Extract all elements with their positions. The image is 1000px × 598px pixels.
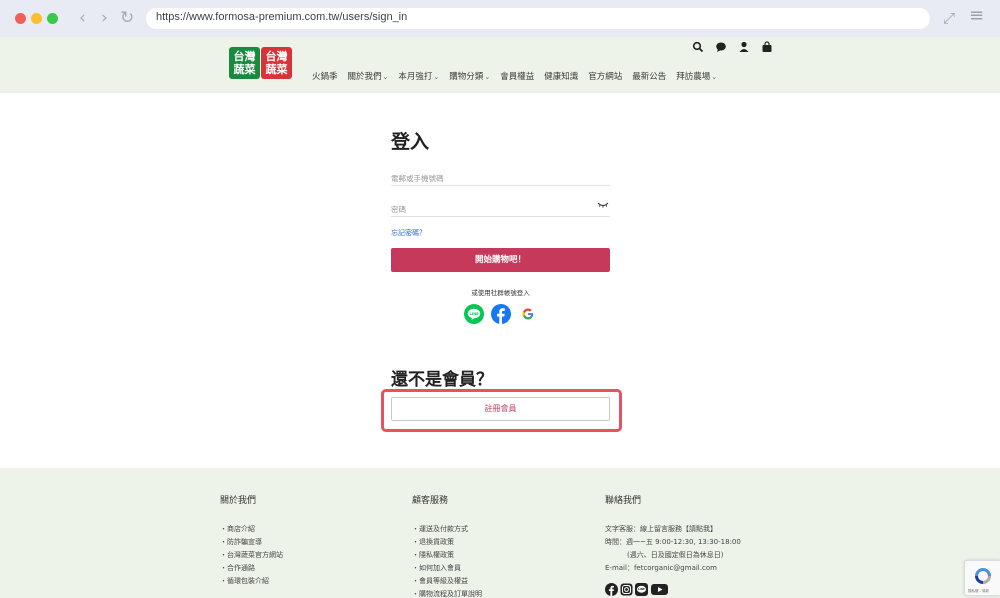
footer-link[interactable]: ・會員等級及權益 xyxy=(412,575,482,588)
recaptcha-badge[interactable]: 隱私權 - 條款 xyxy=(964,560,1000,596)
nav-item-health[interactable]: 健康知識 xyxy=(544,70,578,82)
facebook-login-icon[interactable] xyxy=(491,304,511,324)
menu-icon[interactable]: ≡ xyxy=(969,7,984,25)
browser-window: ‹ › ↻ https://www.formosa-premium.com.tw… xyxy=(0,0,1000,598)
chevron-down-icon: ⌄ xyxy=(711,73,718,81)
contact-line[interactable]: 文字客服：線上留言服務【請點我】 xyxy=(605,523,741,536)
address-bar[interactable]: https://www.formosa-premium.com.tw/users… xyxy=(146,8,930,29)
nav-item-label: 購物分類 xyxy=(449,72,484,82)
nav-item-about[interactable]: 關於我們⌄ xyxy=(348,70,389,82)
line-login-icon[interactable]: LINE xyxy=(464,304,484,324)
phone-email-input[interactable] xyxy=(391,169,591,188)
maximize-window-button[interactable] xyxy=(47,13,58,24)
cart-icon[interactable] xyxy=(761,41,773,53)
contact-line: 時間：週一~五 9:00-12:30, 13:30-18:00 xyxy=(605,538,741,546)
facebook-icon[interactable] xyxy=(605,583,618,596)
footer-service-column: 顧客服務 ・運送及付款方式 ・退換貨政策 ・隱私權政策 ・如何加入會員 ・會員等… xyxy=(412,493,482,598)
forward-icon[interactable]: › xyxy=(101,9,108,27)
footer-link[interactable]: ・台灣蔬菜官方網站 xyxy=(220,549,283,562)
nav-item-monthly[interactable]: 本月強打⌄ xyxy=(398,70,439,82)
nav-item-hotpot[interactable]: 火鍋季 xyxy=(312,70,338,82)
nav-item-farm-visit[interactable]: 拜訪農場⌄ xyxy=(676,70,717,82)
footer-service-heading: 顧客服務 xyxy=(412,496,449,506)
nav-item-member-rights[interactable]: 會員權益 xyxy=(500,70,534,82)
footer-link[interactable]: ・商店介紹 xyxy=(220,523,283,536)
main-nav: 火鍋季 關於我們⌄ 本月強打⌄ 購物分類⌄ 會員權益 健康知識 官方網站 最新公告 拜訪農場⌄ xyxy=(312,64,727,82)
chevron-down-icon: ⌄ xyxy=(382,73,389,81)
nav-item-label: 火鍋季 xyxy=(312,72,338,82)
line-icon[interactable]: LINE xyxy=(635,583,648,596)
search-icon[interactable] xyxy=(692,41,704,53)
login-title: 登入 xyxy=(391,131,430,153)
forgot-password-link[interactable]: 忘記密碼？ xyxy=(391,228,426,238)
back-icon[interactable]: ‹ xyxy=(79,9,86,27)
footer-contact-heading: 聯絡我們 xyxy=(605,496,642,506)
contact-email[interactable]: E-mail：fetcorganic@gmail.com xyxy=(605,562,741,575)
footer-about-heading: 關於我們 xyxy=(220,496,257,506)
site-header: 台灣蔬菜 台灣蔬菜 火鍋季 關於我們⌄ 本月強打⌄ 購物分類⌄ 會員權益 健康知識 官方網站… xyxy=(0,37,1000,93)
browser-toolbar: ‹ › ↻ https://www.formosa-premium.com.tw… xyxy=(0,0,1000,37)
password-input[interactable] xyxy=(391,200,591,219)
nav-item-label: 拜訪農場 xyxy=(676,72,711,82)
expand-icon[interactable]: ⤢ xyxy=(943,9,955,27)
close-window-button[interactable] xyxy=(15,13,26,24)
register-title: 還不是會員？ xyxy=(391,370,493,390)
nav-item-categories[interactable]: 購物分類⌄ xyxy=(449,70,490,82)
url-text: https://www.formosa-premium.com.tw/users… xyxy=(156,11,408,23)
recaptcha-text: 隱私權 - 條款 xyxy=(968,589,989,593)
social-login-caption: 或使用社群帳號登入 xyxy=(471,289,530,297)
nav-item-official-site[interactable]: 官方網站 xyxy=(588,70,622,82)
password-field xyxy=(391,197,610,219)
google-login-icon[interactable] xyxy=(518,304,538,324)
logo-left: 台灣蔬菜 xyxy=(229,47,260,79)
footer-link[interactable]: ・合作通路 xyxy=(220,562,283,575)
nav-item-label: 官方網站 xyxy=(588,72,623,82)
footer-contact-column: 聯絡我們 文字客服：線上留言服務【請點我】 時間：週一~五 9:00-12:30… xyxy=(605,493,741,575)
footer-link[interactable]: ・循環包裝介紹 xyxy=(220,575,283,588)
reload-icon[interactable]: ↻ xyxy=(120,9,134,27)
footer-link[interactable]: ・退換貨政策 xyxy=(412,536,482,549)
user-icon[interactable] xyxy=(738,41,750,53)
nav-item-label: 會員權益 xyxy=(500,72,535,82)
nav-item-news[interactable]: 最新公告 xyxy=(632,70,666,82)
footer-link[interactable]: ・隱私權政策 xyxy=(412,549,482,562)
site-logo[interactable]: 台灣蔬菜 台灣蔬菜 xyxy=(229,47,292,79)
nav-item-label: 最新公告 xyxy=(632,72,667,82)
footer-link[interactable]: ・如何加入會員 xyxy=(412,562,482,575)
chevron-down-icon: ⌄ xyxy=(484,73,491,81)
instagram-icon[interactable] xyxy=(620,583,633,596)
minimize-window-button[interactable] xyxy=(31,13,42,24)
youtube-icon[interactable] xyxy=(651,583,668,596)
login-submit-button[interactable]: 開始購物吧！ xyxy=(391,248,610,272)
footer-link[interactable]: ・購物流程及訂單說明 xyxy=(412,588,482,598)
nav-item-label: 本月強打 xyxy=(398,72,433,82)
eye-closed-icon[interactable] xyxy=(597,201,609,209)
recaptcha-icon xyxy=(975,568,991,584)
chat-icon[interactable] xyxy=(715,41,727,53)
svg-text:LINE: LINE xyxy=(638,587,645,591)
nav-item-label: 健康知識 xyxy=(544,72,579,82)
footer-link[interactable]: ・運送及付款方式 xyxy=(412,523,482,536)
register-button[interactable]: 註冊會員 xyxy=(391,397,610,421)
logo-right: 台灣蔬菜 xyxy=(261,47,292,79)
nav-item-label: 關於我們 xyxy=(347,72,382,82)
footer-link[interactable]: ・防詐騙宣導 xyxy=(220,536,283,549)
footer-about-column: 關於我們 ・商店介紹 ・防詐騙宣導 ・台灣蔬菜官方網站 ・合作通路 ・循環包裝介… xyxy=(220,493,283,588)
svg-text:LINE: LINE xyxy=(469,312,479,316)
site-footer: 關於我們 ・商店介紹 ・防詐騙宣導 ・台灣蔬菜官方網站 ・合作通路 ・循環包裝介… xyxy=(0,468,1000,598)
phone-email-field xyxy=(391,166,610,188)
contact-line: (週六、日及國定假日為休息日) xyxy=(627,551,724,559)
chevron-down-icon: ⌄ xyxy=(433,73,440,81)
